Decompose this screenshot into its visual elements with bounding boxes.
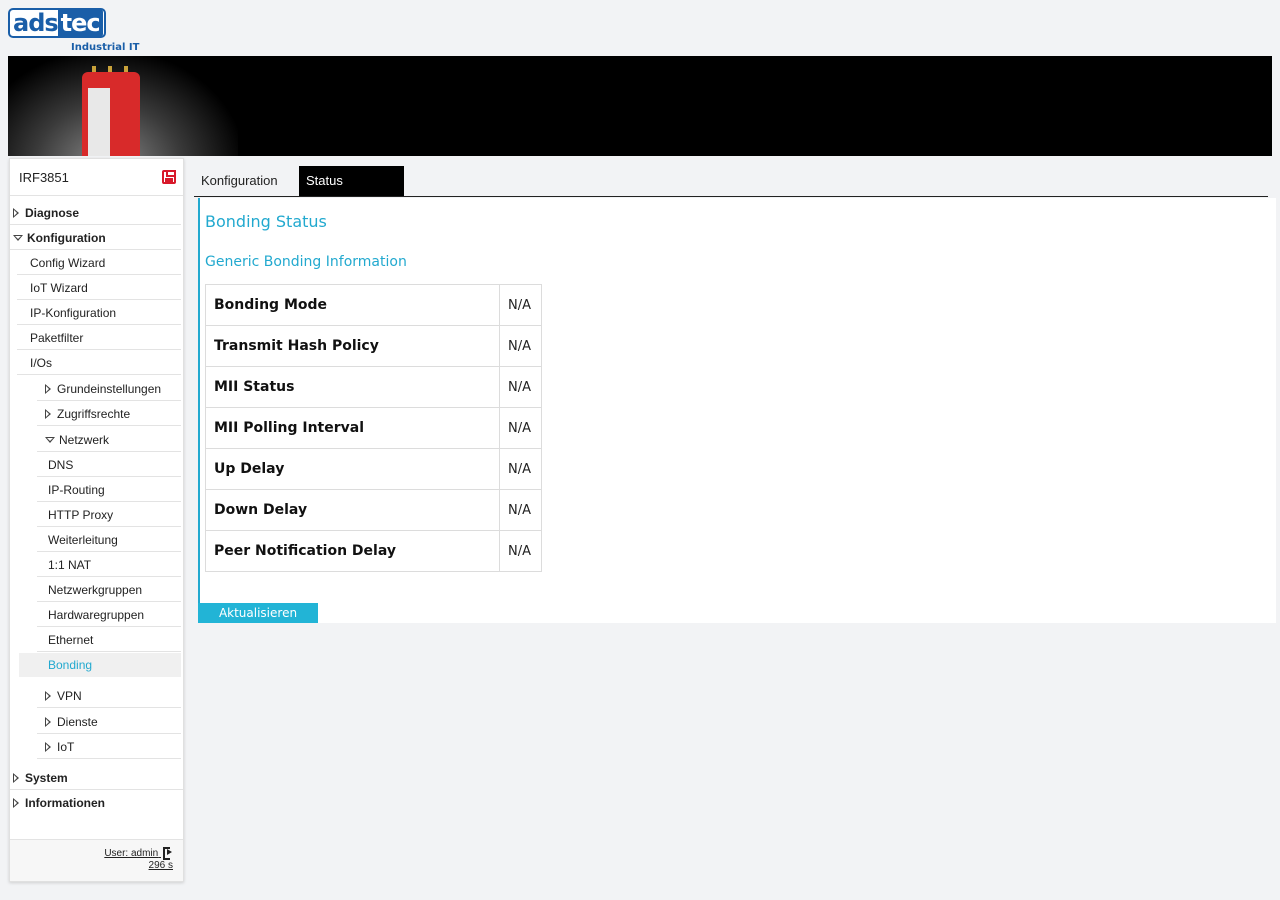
sidebar-item-ip-routing[interactable]: IP-Routing <box>37 478 181 502</box>
row-key: Peer Notification Delay <box>204 530 501 572</box>
row-value: N/A <box>499 489 542 531</box>
table-row: Bonding Mode N/A <box>204 284 542 326</box>
sidebar-item-weiterleitung[interactable]: Weiterleitung <box>37 528 181 552</box>
sidebar-item-iot[interactable]: IoT <box>37 735 181 759</box>
brand-logo: ads tec Industrial IT <box>8 8 140 54</box>
tab-bar: Konfiguration Status <box>194 166 1268 197</box>
table-row: Up Delay N/A <box>204 448 542 490</box>
table-row: MII Polling Interval N/A <box>204 407 542 449</box>
chevron-down-icon <box>13 235 23 241</box>
chevron-right-icon <box>13 773 19 783</box>
chevron-right-icon <box>45 717 51 727</box>
sidebar-item-netzwerk[interactable]: Netzwerk <box>37 428 181 452</box>
row-key: Up Delay <box>204 448 501 490</box>
chevron-right-icon <box>45 384 51 394</box>
sidebar-item-diagnose[interactable]: Diagnose <box>10 201 181 225</box>
row-value: N/A <box>499 530 542 572</box>
sidebar-item-grundeinstellungen[interactable]: Grundeinstellungen <box>37 377 181 401</box>
chevron-right-icon <box>45 409 51 419</box>
row-value: N/A <box>499 284 542 326</box>
sidebar-item-system[interactable]: System <box>10 766 183 790</box>
logo-subtitle: Industrial IT <box>71 42 140 53</box>
row-value: N/A <box>499 366 542 408</box>
chevron-down-icon <box>45 437 55 443</box>
refresh-button[interactable]: Aktualisieren <box>198 603 318 623</box>
session-timer[interactable]: 296 s <box>149 860 173 871</box>
row-value: N/A <box>499 448 542 490</box>
sidebar-item-config-wizard[interactable]: Config Wizard <box>17 251 181 275</box>
row-value: N/A <box>499 325 542 367</box>
row-key: Transmit Hash Policy <box>204 325 501 367</box>
sidebar-nav: IRF3851 Diagnose Konfiguration Config Wi… <box>9 158 184 882</box>
sidebar-item-vpn[interactable]: VPN <box>37 684 181 708</box>
row-value: N/A <box>499 407 542 449</box>
user-logout-link[interactable]: User: admin <box>104 847 173 860</box>
logout-icon <box>163 847 173 860</box>
sidebar-item-iot-wizard[interactable]: IoT Wizard <box>17 276 181 300</box>
tab-status[interactable]: Status <box>299 166 404 196</box>
row-key: Down Delay <box>204 489 501 531</box>
device-name: IRF3851 <box>19 170 69 185</box>
device-header: IRF3851 <box>10 159 183 196</box>
chevron-right-icon <box>45 742 51 752</box>
main-content: Bonding Status Generic Bonding Informati… <box>198 198 1276 623</box>
sidebar-item-bonding[interactable]: Bonding <box>19 653 181 677</box>
table-row: Down Delay N/A <box>204 489 542 531</box>
sidebar-item-http-proxy[interactable]: HTTP Proxy <box>37 503 181 527</box>
sidebar-footer: User: admin 296 s <box>10 839 183 881</box>
header-banner <box>8 56 1272 156</box>
page-title: Bonding Status <box>205 212 327 231</box>
sidebar-item-informationen[interactable]: Informationen <box>10 791 183 815</box>
sidebar-item-ethernet[interactable]: Ethernet <box>37 628 181 652</box>
sidebar-item-netzwerkgruppen[interactable]: Netzwerkgruppen <box>37 578 181 602</box>
table-row: Transmit Hash Policy N/A <box>204 325 542 367</box>
chevron-right-icon <box>13 208 19 218</box>
chevron-right-icon <box>13 798 19 808</box>
sidebar-item-dns[interactable]: DNS <box>37 453 181 477</box>
bonding-info-table: Bonding Mode N/A Transmit Hash Policy N/A MI… <box>204 284 542 572</box>
row-key: MII Status <box>204 366 501 408</box>
section-title: Generic Bonding Information <box>205 254 407 270</box>
tab-konfiguration[interactable]: Konfiguration <box>194 166 298 196</box>
sidebar-item-nat[interactable]: 1:1 NAT <box>37 553 181 577</box>
chevron-right-icon <box>45 691 51 701</box>
user-label: User: admin <box>104 848 159 859</box>
table-row: MII Status N/A <box>204 366 542 408</box>
sidebar-item-hardwaregruppen[interactable]: Hardwaregruppen <box>37 603 181 627</box>
save-icon[interactable] <box>162 170 176 184</box>
table-row: Peer Notification Delay N/A <box>204 530 542 572</box>
sidebar-item-dienste[interactable]: Dienste <box>37 710 181 734</box>
sidebar-item-ip-konfiguration[interactable]: IP-Konfiguration <box>17 301 181 325</box>
sidebar-item-ios[interactable]: I/Os <box>17 351 181 375</box>
router-device-image <box>78 66 144 156</box>
row-key: Bonding Mode <box>204 284 501 326</box>
sidebar-item-konfiguration[interactable]: Konfiguration <box>10 226 181 250</box>
sidebar-item-paketfilter[interactable]: Paketfilter <box>17 326 181 350</box>
sidebar-item-zugriffsrechte[interactable]: Zugriffsrechte <box>37 402 181 426</box>
row-key: MII Polling Interval <box>204 407 501 449</box>
